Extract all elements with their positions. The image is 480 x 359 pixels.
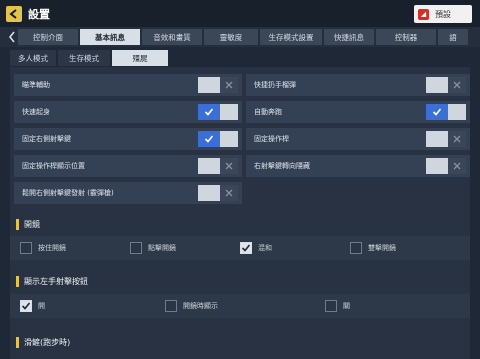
check-icon [241, 244, 251, 252]
checkbox-mixed-scope[interactable]: 混和 [240, 242, 272, 254]
section-scope-options: 按住開鏡 點擊開鏡 混和 雙擊開鏡 [10, 236, 470, 260]
close-icon [225, 162, 233, 170]
section-slide-header: 滑鏟(跑步時) [10, 334, 470, 350]
close-icon [453, 135, 461, 143]
toggle-auto-sprint[interactable] [426, 104, 466, 120]
preset-label: 預設 [435, 9, 451, 19]
tab-controller[interactable]: 控制器 [376, 29, 436, 45]
chevron-left-icon [9, 9, 17, 19]
subtab-multiplayer[interactable]: 多人模式 [10, 50, 56, 66]
toggle-quick-grenade[interactable] [426, 77, 466, 93]
section-left-fire-options: 開 開鏡時顯示 關 [10, 294, 470, 318]
checkbox-hold-scope[interactable]: 按住開鏡 [20, 242, 66, 254]
option-fixed-joystick-position: 固定操作桿顯示位置 [14, 155, 242, 177]
tab-basic-info[interactable]: 基本訊息 [80, 29, 140, 45]
option-release-fire-shotgun: 鬆開右側射擊鍵發射 (霰彈槍) [14, 182, 242, 204]
preset-button[interactable]: ◢ 預設 [414, 5, 472, 23]
check-icon [204, 108, 214, 116]
option-aim-assist: 瞄準輔助 [14, 74, 242, 96]
close-icon [225, 189, 233, 197]
toggle-right-fire-turn-hide[interactable] [426, 158, 466, 174]
tab-audio-graphics[interactable]: 音效和畫質 [142, 29, 202, 45]
tab-quick-messages[interactable]: 快捷訊息 [324, 29, 374, 45]
check-icon [21, 302, 31, 310]
toggle-quick-getup[interactable] [198, 104, 238, 120]
option-fixed-right-fire: 固定右側射擊鍵 [14, 128, 242, 150]
checkbox-double-tap-scope[interactable]: 雙擊開鏡 [350, 242, 396, 254]
page-title: 設置 [28, 8, 50, 21]
check-icon [432, 108, 442, 116]
close-icon [453, 81, 461, 89]
checkbox-left-fire-off[interactable]: 關 [325, 300, 350, 312]
tab-control-interface[interactable]: 控制介面 [18, 29, 78, 45]
chevron-left-icon[interactable] [8, 31, 16, 43]
toggle-aim-assist[interactable] [198, 77, 238, 93]
section-scope-header: 開鏡 [10, 216, 470, 232]
tab-sensitivity[interactable]: 靈敏度 [204, 29, 258, 45]
tab-language[interactable]: 語 [438, 29, 468, 45]
top-bar: 設置 ◢ 預設 [0, 0, 480, 27]
toggle-fixed-right-fire[interactable] [198, 131, 238, 147]
back-button[interactable] [6, 6, 22, 22]
section-left-fire-header: 顯示左手射擊按鈕 [10, 273, 470, 289]
game-logo-icon: ◢ [418, 8, 429, 20]
toggle-release-fire-shotgun[interactable] [198, 185, 238, 201]
subtab-bar: 多人模式 生存模式 殭屍 [10, 50, 480, 66]
toggle-fixed-joystick-position[interactable] [198, 158, 238, 174]
checkbox-left-fire-on[interactable]: 開 [20, 300, 45, 312]
checkbox-left-fire-ads[interactable]: 開鏡時顯示 [165, 300, 218, 312]
subtab-survival[interactable]: 生存模式 [58, 50, 110, 66]
close-icon [453, 162, 461, 170]
toggle-fixed-joystick[interactable] [426, 131, 466, 147]
subtab-zombies[interactable]: 殭屍 [112, 50, 168, 66]
option-fixed-joystick: 固定操作桿 [246, 128, 470, 150]
option-right-fire-turn-hide: 右射擊鍵轉向隱藏 [246, 155, 470, 177]
option-quick-grenade: 快捷扔手榴彈 [246, 74, 470, 96]
check-icon [204, 135, 214, 143]
option-quick-getup: 快速起身 [14, 101, 242, 123]
tab-bar: 控制介面 基本訊息 音效和畫質 靈敏度 生存模式設置 快捷訊息 控制器 語 [0, 27, 480, 47]
checkbox-tap-scope[interactable]: 點擊開鏡 [130, 242, 176, 254]
tab-survival-settings[interactable]: 生存模式設置 [260, 29, 322, 45]
close-icon [225, 81, 233, 89]
option-auto-sprint: 自動奔跑 [246, 101, 470, 123]
